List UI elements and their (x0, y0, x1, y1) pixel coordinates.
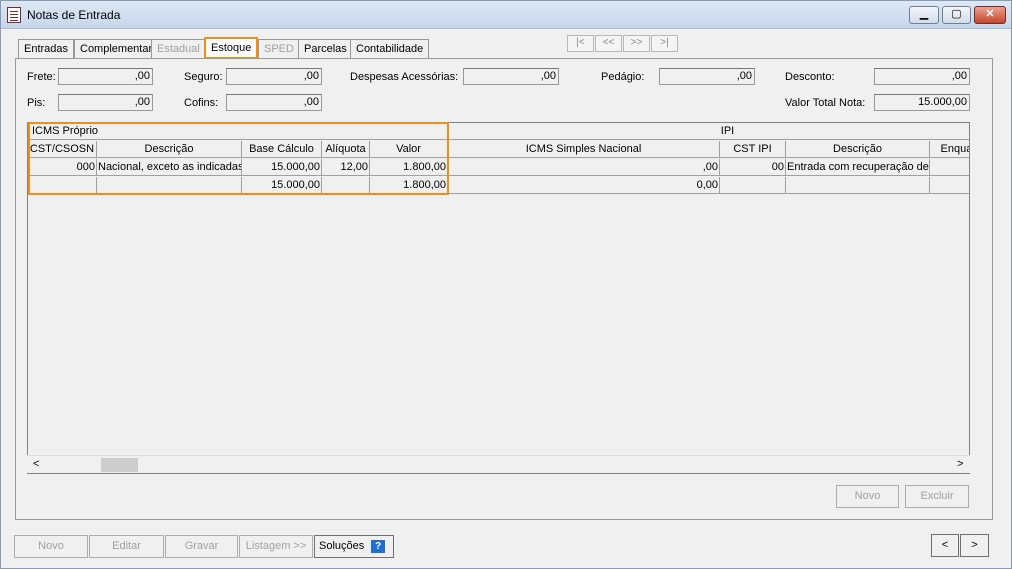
next-record-button[interactable]: >> (623, 35, 650, 52)
total-descricao (97, 177, 242, 194)
col-header-aliquota[interactable]: Alíquota (322, 141, 370, 158)
row1-icms-simples[interactable]: ,00 (448, 159, 720, 176)
pis-field[interactable]: ,00 (58, 94, 153, 111)
row1-cst-ipi[interactable]: 00 (720, 159, 786, 176)
scroll-right-icon[interactable]: > (957, 458, 963, 470)
total-cst (28, 177, 97, 194)
horizontal-scrollbar[interactable]: < > (27, 455, 970, 473)
tab-estadual: Estadual (151, 39, 206, 59)
valor-total-label: Valor Total Nota: (785, 97, 866, 109)
frete-field[interactable]: ,00 (58, 68, 153, 85)
document-icon (7, 7, 21, 23)
title-bar: Notas de Entrada ▁ ▢ ✕ (1, 1, 1011, 29)
total-icms-simples: 0,00 (448, 177, 720, 194)
first-record-button[interactable]: |< (567, 35, 594, 52)
close-button[interactable]: ✕ (974, 6, 1006, 24)
row1-enquad[interactable] (930, 159, 969, 176)
total-valor: 1.800,00 (370, 177, 448, 194)
tab-estoque[interactable]: Estoque (204, 37, 259, 59)
tab-contabilidade[interactable]: Contabilidade (350, 39, 430, 59)
valor-total-field[interactable]: 15.000,00 (874, 94, 970, 111)
minimize-button[interactable]: ▁ (909, 6, 939, 24)
cofins-label: Cofins: (184, 97, 219, 109)
col-header-cst-csosn[interactable]: CST/CSOSN (28, 141, 97, 158)
cofins-field[interactable]: ,00 (226, 94, 322, 111)
pedagio-field[interactable]: ,00 (659, 68, 755, 85)
row1-valor[interactable]: 1.800,00 (370, 159, 448, 176)
last-record-button[interactable]: >| (651, 35, 678, 52)
row1-cst[interactable]: 000 (28, 159, 97, 176)
row1-aliquota[interactable]: 12,00 (322, 159, 370, 176)
solucoes-button[interactable]: Soluções ? (314, 535, 394, 558)
tab-parcelas[interactable]: Parcelas (298, 39, 353, 59)
scroll-thumb[interactable] (101, 458, 138, 472)
despesas-field[interactable]: ,00 (463, 68, 559, 85)
window-title: Notas de Entrada (27, 8, 121, 22)
pis-label: Pis: (27, 97, 46, 109)
tab-sped: SPED (258, 39, 300, 59)
main-window: Notas de Entrada ▁ ▢ ✕ Entradas Compleme… (0, 0, 1012, 569)
col-header-valor[interactable]: Valor (370, 141, 448, 158)
col-header-cst-ipi[interactable]: CST IPI (720, 141, 786, 158)
solucoes-label: Soluções (319, 540, 365, 552)
group-header-ipi: IPI (448, 123, 969, 140)
grid-novo-button[interactable]: Novo (836, 485, 899, 508)
desconto-field[interactable]: ,00 (874, 68, 970, 85)
pager-next-button[interactable]: > (960, 534, 989, 557)
seguro-field[interactable]: ,00 (226, 68, 322, 85)
listagem-button[interactable]: Listagem >> (239, 535, 313, 558)
col-header-descricao-ipi[interactable]: Descrição (786, 141, 930, 158)
editar-button[interactable]: Editar (89, 535, 164, 558)
tab-entradas[interactable]: Entradas (18, 39, 75, 59)
row1-base-calculo[interactable]: 15.000,00 (242, 159, 322, 176)
total-enquad (930, 177, 969, 194)
pedagio-label: Pedágio: (601, 71, 645, 83)
maximize-button[interactable]: ▢ (942, 6, 971, 24)
row1-descricao[interactable]: Nacional, exceto as indicadas (97, 159, 242, 176)
col-header-base-calculo[interactable]: Base Cálculo (242, 141, 322, 158)
gravar-button[interactable]: Gravar (165, 535, 238, 558)
tab-complementar[interactable]: Complementar (74, 39, 159, 59)
total-descricao-ipi (786, 177, 930, 194)
help-icon: ? (371, 540, 385, 553)
group-header-icms-proprio: ICMS Próprio (28, 123, 448, 140)
despesas-label: Despesas Acessórias: (350, 71, 459, 83)
col-header-descricao[interactable]: Descrição (97, 141, 242, 158)
total-base-calculo: 15.000,00 (242, 177, 322, 194)
grid-excluir-button[interactable]: Excluir (905, 485, 969, 508)
col-header-icms-simples[interactable]: ICMS Simples Nacional (448, 141, 720, 158)
total-cst-ipi (720, 177, 786, 194)
desconto-label: Desconto: (785, 71, 835, 83)
pager-prev-button[interactable]: < (931, 534, 959, 557)
prev-record-button[interactable]: << (595, 35, 622, 52)
col-header-enquad[interactable]: Enquad (930, 141, 969, 158)
scroll-left-icon[interactable]: < (33, 458, 39, 470)
frete-label: Frete: (27, 71, 56, 83)
row1-descricao-ipi[interactable]: Entrada com recuperação de (786, 159, 930, 176)
novo-button[interactable]: Novo (14, 535, 88, 558)
total-aliquota (322, 177, 370, 194)
seguro-label: Seguro: (184, 71, 223, 83)
tax-grid[interactable]: ICMS Próprio IPI CST/CSOSN Descrição Bas… (27, 122, 970, 474)
